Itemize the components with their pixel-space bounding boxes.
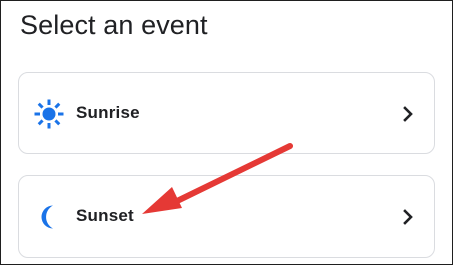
event-option-sunset[interactable]: Sunset (18, 175, 435, 258)
event-label-sunset: Sunset (76, 206, 134, 225)
sun-icon (34, 99, 64, 129)
event-option-sunrise[interactable]: Sunrise (18, 72, 435, 154)
chevron-right-icon (403, 106, 413, 122)
screenshot-frame: Select an event Sunrise Sunset (0, 0, 453, 265)
page-title: Select an event (20, 10, 208, 40)
chevron-right-icon (403, 209, 413, 225)
moon-icon (41, 205, 53, 229)
event-label-sunrise: Sunrise (76, 103, 140, 122)
